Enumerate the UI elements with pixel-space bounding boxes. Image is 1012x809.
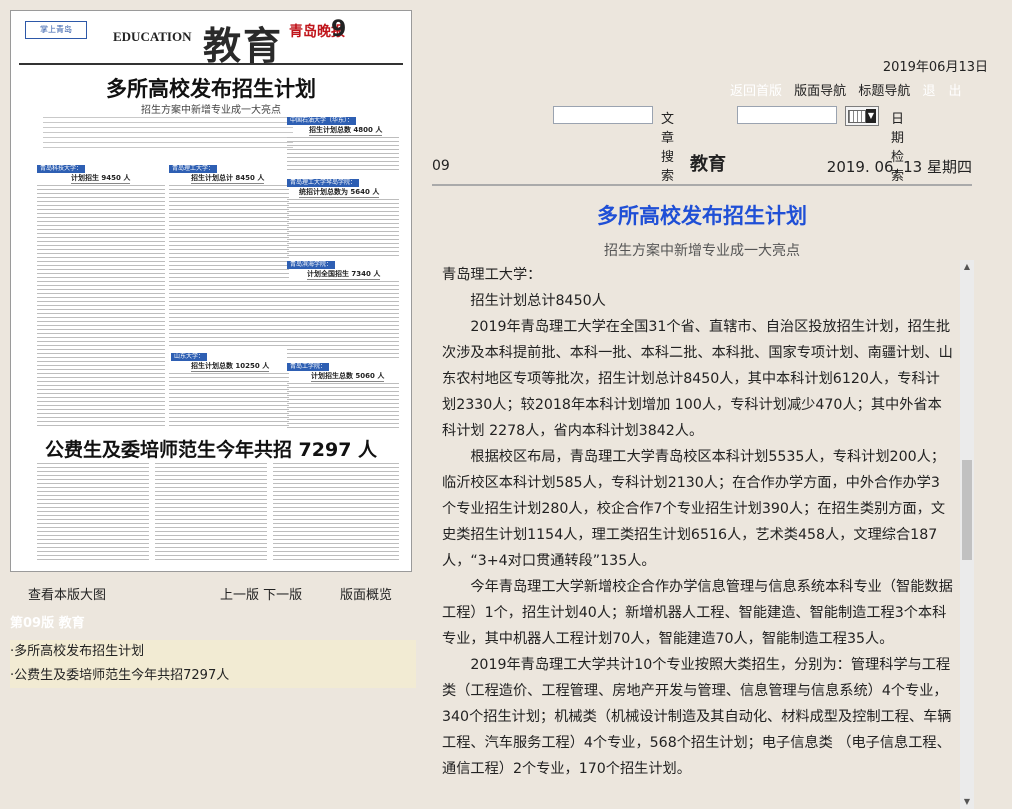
page-number: 09 <box>432 158 450 174</box>
thumb-box-title: 统招计划总数为 5640 人 <box>299 188 380 198</box>
app-logo: 掌上青岛 <box>25 21 87 39</box>
thumb-box-title: 招生计划总数 10250 人 <box>191 362 270 372</box>
thumb-tag: 青岛滨海学院： <box>287 261 336 269</box>
article-paragraph: 今年青岛理工大学新增校企合作办学信息管理与信息系统本科专业（智能数据工程）1个，… <box>442 579 953 647</box>
article-paragraph: 根据校区布局，青岛理工大学青岛校区本科计划5535人，专科计划200人；临沂校区… <box>442 449 946 569</box>
thumb-text-column <box>37 463 149 563</box>
article-list: ·多所高校发布招生计划 ·公费生及委培师范生今年共招7297人 <box>10 640 416 688</box>
article-body-scroll-area[interactable]: 青岛理工大学： 招生计划总计8450人 2019年青岛理工大学在全国31个省、直… <box>432 260 974 809</box>
thumb-text-column <box>287 199 399 257</box>
thumb-text-column <box>169 373 289 429</box>
thumb-text-column <box>287 137 399 173</box>
thumb-page-number: 9 <box>331 17 347 42</box>
thumb-text-column <box>287 281 399 361</box>
calendar-picker-button[interactable]: ▼ <box>845 106 879 126</box>
thumb-box-title: 招生计划总数 4800 人 <box>309 126 383 136</box>
article-subtitle: 招生方案中新增专业成一大亮点 <box>604 243 800 259</box>
thumb-tag: 青岛理工大学琴岛学院： <box>287 179 360 187</box>
thumb-text-column <box>287 383 399 429</box>
thumb-text-column <box>155 463 267 563</box>
thumb-box-title: 计划招生 9450 人 <box>71 174 131 184</box>
article-paragraph: 青岛理工大学： <box>442 267 542 283</box>
page-bar-divider <box>432 184 972 186</box>
newspaper-page-thumbnail[interactable]: 掌上青岛 EDUCATION 教育 青岛晚报 9 多所高校发布招生计划 招生方案… <box>10 10 412 572</box>
page-date: 2019. 06. 13 星期四 <box>826 158 972 176</box>
article-link[interactable]: ·多所高校发布招生计划 <box>10 640 416 664</box>
dropdown-arrow-icon: ▼ <box>866 109 876 123</box>
thumb-box-title: 计划招生总数 5060 人 <box>311 372 385 382</box>
nav-title-nav-link[interactable]: 标题导航 <box>858 84 910 99</box>
education-cn-label: 教育 <box>203 24 284 68</box>
thumb-headline-1[interactable]: 多所高校发布招生计划 <box>11 73 411 103</box>
article-body: 青岛理工大学： 招生计划总计8450人 2019年青岛理工大学在全国31个省、直… <box>442 262 954 782</box>
education-en-label: EDUCATION <box>113 29 192 44</box>
masthead-divider <box>19 63 403 65</box>
article-paragraph: 招生计划总计8450人 <box>470 293 606 309</box>
prev-next-page-link[interactable]: 上一版 下一版 <box>220 584 302 603</box>
nav-page-nav-link[interactable]: 版面导航 <box>794 84 846 99</box>
thumb-tag: 青岛理工大学： <box>169 165 218 173</box>
thumb-tag: 青岛工学院： <box>287 363 330 371</box>
view-large-page-link[interactable]: 查看本版大图 <box>28 584 106 603</box>
issue-date: 2019年06月13日 <box>882 60 988 75</box>
calendar-icon <box>848 110 866 123</box>
article-title: 多所高校发布招生计划 <box>597 204 807 228</box>
thumb-lead-text <box>43 117 293 151</box>
masthead: 掌上青岛 EDUCATION 教育 青岛晚报 9 <box>11 11 411 68</box>
page-section-title: 教育 <box>690 154 726 175</box>
article-paragraph: 2019年青岛理工大学在全国31个省、直辖市、自治区投放招生计划，招生批次涉及本… <box>442 319 953 439</box>
section-heading: 第09版 教育 <box>10 616 85 631</box>
scroll-up-arrow-icon[interactable]: ▲ <box>960 260 974 274</box>
article-link[interactable]: ·公费生及委培师范生今年共招7297人 <box>10 664 416 688</box>
thumb-box-title: 招生计划总计 8450 人 <box>191 174 265 184</box>
thumb-text-column <box>37 185 165 429</box>
thumb-text-column <box>169 185 289 349</box>
page-overview-link[interactable]: 版面概览 <box>340 584 392 603</box>
thumb-tag: 中国石油大学（华东）： <box>287 117 357 125</box>
scrollbar-thumb[interactable] <box>962 460 972 560</box>
thumb-subheadline-1: 招生方案中新增专业成一大亮点 <box>141 105 281 116</box>
thumb-text-column <box>273 463 399 563</box>
nav-home-link[interactable]: 返回首版 <box>730 84 782 99</box>
article-search-input[interactable] <box>553 106 653 124</box>
date-search-input[interactable] <box>737 106 837 124</box>
thumb-tag: 青岛科技大学： <box>37 165 86 173</box>
scroll-down-arrow-icon[interactable]: ▼ <box>960 795 974 809</box>
article-paragraph: 2019年青岛理工大学共计10个专业按照大类招生，分别为：管理科学与工程类（工程… <box>442 657 952 777</box>
top-nav: 返回首版 版面导航 标题导航 退 出 <box>730 80 969 99</box>
thumb-headline-2[interactable]: 公费生及委培师范生今年共招 7297 人 <box>11 435 411 462</box>
thumb-tag: 山东大学： <box>171 353 208 361</box>
page-links: 查看本版大图 上一版 下一版 版面概览 <box>10 582 412 604</box>
article-scrollbar[interactable]: ▲ ▼ <box>960 260 974 809</box>
nav-exit-link[interactable]: 退 出 <box>922 84 961 99</box>
thumb-box-title: 计划全国招生 7340 人 <box>307 270 381 280</box>
page-info-bar: 09 教育 2019. 06. 13 星期四 <box>432 150 972 186</box>
